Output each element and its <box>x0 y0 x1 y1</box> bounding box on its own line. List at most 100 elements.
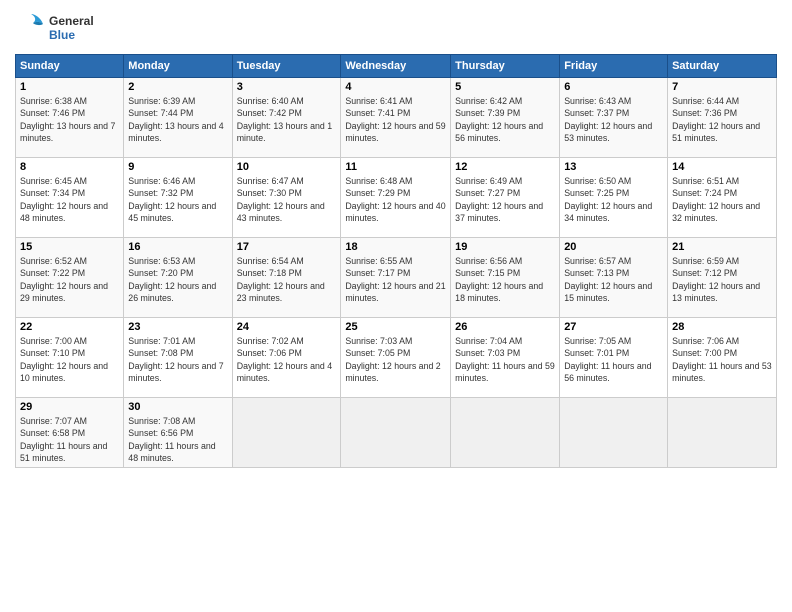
day-number: 2 <box>128 81 227 93</box>
calendar-cell: 16 Sunrise: 6:53 AMSunset: 7:20 PMDaylig… <box>124 238 232 318</box>
calendar-cell: 3 Sunrise: 6:40 AMSunset: 7:42 PMDayligh… <box>232 78 341 158</box>
calendar-cell: 28 Sunrise: 7:06 AMSunset: 7:00 PMDaylig… <box>668 318 777 398</box>
day-info: Sunrise: 6:46 AMSunset: 7:32 PMDaylight:… <box>128 176 216 223</box>
calendar-cell: 6 Sunrise: 6:43 AMSunset: 7:37 PMDayligh… <box>560 78 668 158</box>
header: General Blue <box>15 10 777 46</box>
day-info: Sunrise: 7:05 AMSunset: 7:01 PMDaylight:… <box>564 336 651 383</box>
day-info: Sunrise: 6:59 AMSunset: 7:12 PMDaylight:… <box>672 256 760 303</box>
day-info: Sunrise: 7:07 AMSunset: 6:58 PMDaylight:… <box>20 416 107 463</box>
day-number: 7 <box>672 81 772 93</box>
day-of-week-header: Sunday <box>16 55 124 78</box>
day-number: 5 <box>455 81 555 93</box>
calendar-cell: 21 Sunrise: 6:59 AMSunset: 7:12 PMDaylig… <box>668 238 777 318</box>
calendar-cell: 7 Sunrise: 6:44 AMSunset: 7:36 PMDayligh… <box>668 78 777 158</box>
calendar-cell: 25 Sunrise: 7:03 AMSunset: 7:05 PMDaylig… <box>341 318 451 398</box>
calendar-week-row: 29 Sunrise: 7:07 AMSunset: 6:58 PMDaylig… <box>16 398 777 468</box>
day-number: 23 <box>128 321 227 333</box>
calendar-cell: 15 Sunrise: 6:52 AMSunset: 7:22 PMDaylig… <box>16 238 124 318</box>
calendar-cell: 30 Sunrise: 7:08 AMSunset: 6:56 PMDaylig… <box>124 398 232 468</box>
calendar-cell: 8 Sunrise: 6:45 AMSunset: 7:34 PMDayligh… <box>16 158 124 238</box>
day-number: 13 <box>564 161 663 173</box>
day-number: 28 <box>672 321 772 333</box>
calendar-cell: 29 Sunrise: 7:07 AMSunset: 6:58 PMDaylig… <box>16 398 124 468</box>
day-number: 26 <box>455 321 555 333</box>
day-number: 25 <box>345 321 446 333</box>
day-info: Sunrise: 6:56 AMSunset: 7:15 PMDaylight:… <box>455 256 543 303</box>
calendar-cell: 23 Sunrise: 7:01 AMSunset: 7:08 PMDaylig… <box>124 318 232 398</box>
calendar-cell <box>560 398 668 468</box>
day-info: Sunrise: 6:49 AMSunset: 7:27 PMDaylight:… <box>455 176 543 223</box>
calendar-cell: 2 Sunrise: 6:39 AMSunset: 7:44 PMDayligh… <box>124 78 232 158</box>
calendar-week-row: 8 Sunrise: 6:45 AMSunset: 7:34 PMDayligh… <box>16 158 777 238</box>
calendar-cell: 9 Sunrise: 6:46 AMSunset: 7:32 PMDayligh… <box>124 158 232 238</box>
calendar-page: General Blue SundayMondayTuesdayWednesda… <box>0 0 792 612</box>
day-info: Sunrise: 7:01 AMSunset: 7:08 PMDaylight:… <box>128 336 223 383</box>
day-info: Sunrise: 6:40 AMSunset: 7:42 PMDaylight:… <box>237 96 332 143</box>
logo-blue: Blue <box>49 28 94 42</box>
calendar-cell <box>232 398 341 468</box>
calendar-header-row: SundayMondayTuesdayWednesdayThursdayFrid… <box>16 55 777 78</box>
day-info: Sunrise: 7:00 AMSunset: 7:10 PMDaylight:… <box>20 336 108 383</box>
day-number: 24 <box>237 321 337 333</box>
day-number: 27 <box>564 321 663 333</box>
day-of-week-header: Tuesday <box>232 55 341 78</box>
day-number: 11 <box>345 161 446 173</box>
day-number: 29 <box>20 401 119 413</box>
calendar-cell <box>668 398 777 468</box>
day-number: 16 <box>128 241 227 253</box>
day-number: 9 <box>128 161 227 173</box>
calendar-cell: 10 Sunrise: 6:47 AMSunset: 7:30 PMDaylig… <box>232 158 341 238</box>
calendar-cell: 18 Sunrise: 6:55 AMSunset: 7:17 PMDaylig… <box>341 238 451 318</box>
logo-container: General Blue <box>15 10 94 46</box>
day-number: 18 <box>345 241 446 253</box>
day-info: Sunrise: 6:53 AMSunset: 7:20 PMDaylight:… <box>128 256 216 303</box>
day-number: 6 <box>564 81 663 93</box>
calendar-cell: 4 Sunrise: 6:41 AMSunset: 7:41 PMDayligh… <box>341 78 451 158</box>
day-number: 19 <box>455 241 555 253</box>
calendar-cell: 20 Sunrise: 6:57 AMSunset: 7:13 PMDaylig… <box>560 238 668 318</box>
day-of-week-header: Wednesday <box>341 55 451 78</box>
day-info: Sunrise: 6:42 AMSunset: 7:39 PMDaylight:… <box>455 96 543 143</box>
day-info: Sunrise: 6:52 AMSunset: 7:22 PMDaylight:… <box>20 256 108 303</box>
day-number: 20 <box>564 241 663 253</box>
calendar-week-row: 22 Sunrise: 7:00 AMSunset: 7:10 PMDaylig… <box>16 318 777 398</box>
day-info: Sunrise: 7:02 AMSunset: 7:06 PMDaylight:… <box>237 336 332 383</box>
calendar-cell: 12 Sunrise: 6:49 AMSunset: 7:27 PMDaylig… <box>451 158 560 238</box>
calendar-cell: 13 Sunrise: 6:50 AMSunset: 7:25 PMDaylig… <box>560 158 668 238</box>
day-number: 14 <box>672 161 772 173</box>
day-info: Sunrise: 6:45 AMSunset: 7:34 PMDaylight:… <box>20 176 108 223</box>
day-info: Sunrise: 6:57 AMSunset: 7:13 PMDaylight:… <box>564 256 652 303</box>
day-info: Sunrise: 6:50 AMSunset: 7:25 PMDaylight:… <box>564 176 652 223</box>
day-info: Sunrise: 6:51 AMSunset: 7:24 PMDaylight:… <box>672 176 760 223</box>
calendar-cell: 11 Sunrise: 6:48 AMSunset: 7:29 PMDaylig… <box>341 158 451 238</box>
day-of-week-header: Monday <box>124 55 232 78</box>
day-info: Sunrise: 6:43 AMSunset: 7:37 PMDaylight:… <box>564 96 652 143</box>
calendar-cell: 27 Sunrise: 7:05 AMSunset: 7:01 PMDaylig… <box>560 318 668 398</box>
day-info: Sunrise: 6:38 AMSunset: 7:46 PMDaylight:… <box>20 96 115 143</box>
day-number: 4 <box>345 81 446 93</box>
day-number: 3 <box>237 81 337 93</box>
day-info: Sunrise: 6:44 AMSunset: 7:36 PMDaylight:… <box>672 96 760 143</box>
day-info: Sunrise: 7:04 AMSunset: 7:03 PMDaylight:… <box>455 336 555 383</box>
logo-bird-icon <box>15 10 47 46</box>
day-number: 21 <box>672 241 772 253</box>
calendar-cell: 22 Sunrise: 7:00 AMSunset: 7:10 PMDaylig… <box>16 318 124 398</box>
day-info: Sunrise: 6:48 AMSunset: 7:29 PMDaylight:… <box>345 176 445 223</box>
day-number: 1 <box>20 81 119 93</box>
calendar-cell: 17 Sunrise: 6:54 AMSunset: 7:18 PMDaylig… <box>232 238 341 318</box>
calendar-cell: 5 Sunrise: 6:42 AMSunset: 7:39 PMDayligh… <box>451 78 560 158</box>
calendar-cell: 19 Sunrise: 6:56 AMSunset: 7:15 PMDaylig… <box>451 238 560 318</box>
day-number: 8 <box>20 161 119 173</box>
day-info: Sunrise: 6:54 AMSunset: 7:18 PMDaylight:… <box>237 256 325 303</box>
logo: General Blue <box>15 10 94 46</box>
day-number: 10 <box>237 161 337 173</box>
calendar-cell: 24 Sunrise: 7:02 AMSunset: 7:06 PMDaylig… <box>232 318 341 398</box>
day-info: Sunrise: 7:06 AMSunset: 7:00 PMDaylight:… <box>672 336 772 383</box>
day-info: Sunrise: 6:47 AMSunset: 7:30 PMDaylight:… <box>237 176 325 223</box>
calendar-cell <box>341 398 451 468</box>
calendar-cell: 1 Sunrise: 6:38 AMSunset: 7:46 PMDayligh… <box>16 78 124 158</box>
day-info: Sunrise: 6:55 AMSunset: 7:17 PMDaylight:… <box>345 256 445 303</box>
day-number: 17 <box>237 241 337 253</box>
calendar-cell: 26 Sunrise: 7:04 AMSunset: 7:03 PMDaylig… <box>451 318 560 398</box>
day-of-week-header: Friday <box>560 55 668 78</box>
